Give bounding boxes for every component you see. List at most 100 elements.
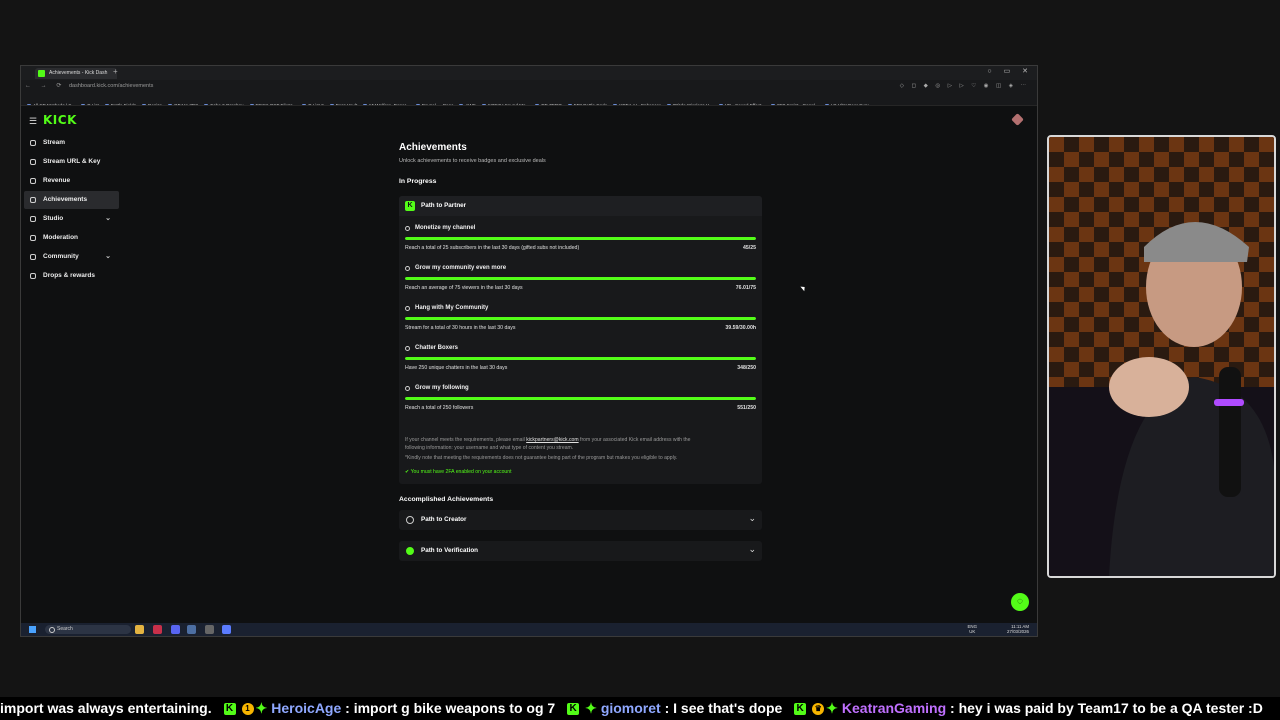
- nav-buttons[interactable]: ← → ⟳: [25, 82, 65, 89]
- tab-achievements[interactable]: Achievements - Kick Dash: [35, 68, 117, 79]
- card-header: K Path to Partner: [399, 196, 762, 216]
- app-icon[interactable]: [222, 625, 231, 634]
- sidebar-item-stream[interactable]: Stream: [24, 134, 119, 152]
- link-icon: [30, 159, 36, 165]
- bookmark-item[interactable]: FF9 Script - Googl...: [771, 100, 818, 105]
- bookmark-item[interactable]: FFXIK OST Eiko's...: [250, 100, 297, 105]
- window-controls[interactable]: ○ ▭ ✕: [987, 67, 1033, 75]
- taskbar-search[interactable]: Search: [45, 625, 131, 634]
- sparkle-icon: ✦: [255, 700, 268, 716]
- file-explorer-icon[interactable]: [135, 625, 144, 634]
- bookmark-item[interactable]: Echo-5 Dropbox: [204, 100, 243, 105]
- bookmark-item[interactable]: FF8 Battle Code: [568, 100, 607, 105]
- avatar[interactable]: [1011, 113, 1024, 126]
- task-name: Chatter Boxers: [415, 345, 459, 351]
- progress-bar: [405, 277, 756, 280]
- chat-username: HeroicAge: [271, 700, 342, 716]
- task-progress: 551/250: [737, 405, 756, 411]
- path-to-partner-card: K Path to Partner Monetize my channel Rea…: [399, 196, 762, 484]
- progress-bar: [405, 237, 756, 240]
- task-name: Grow my community even more: [415, 265, 507, 271]
- wallet-icon: [30, 178, 36, 184]
- sparkle-icon: ✦: [826, 700, 838, 716]
- chat-message: : hey i was paid by Team17 to be a QA te…: [950, 700, 1263, 716]
- bookmark-item[interactable]: LG UltraGear Curv...: [825, 100, 873, 105]
- note-disclaimer: *Kindly note that meeting the requiremen…: [405, 455, 678, 461]
- sidebar-item-revenue[interactable]: Revenue: [24, 172, 119, 190]
- email-link[interactable]: kickpartners@kick.com: [526, 437, 578, 443]
- bookmark-item[interactable]: OBJ to 3DS: [168, 100, 198, 105]
- new-tab-button[interactable]: +: [113, 67, 118, 76]
- controller-icon: [405, 306, 410, 311]
- app-icon[interactable]: [153, 625, 162, 634]
- address-bar: ← → ⟳ dashboard.kick.com/achievements ◇ …: [21, 80, 1037, 94]
- kick-k-icon: K: [405, 201, 415, 211]
- webcam-image: [1049, 137, 1274, 576]
- sidebar-item-community[interactable]: Community ⌄: [24, 248, 119, 266]
- date-label: 27/03/2026: [1007, 629, 1029, 634]
- hamburger-menu-icon[interactable]: ☰: [29, 116, 37, 127]
- sidebar-item-achievements[interactable]: Achievements: [24, 191, 119, 209]
- steam-icon[interactable]: [187, 625, 196, 634]
- task-name: Grow my following: [415, 385, 469, 391]
- obs-icon[interactable]: [205, 625, 214, 634]
- sidebar-item-label: Community: [43, 253, 79, 260]
- bookmark-item[interactable]: KREA AI - Enhancer: [613, 100, 660, 105]
- clock[interactable]: 11:11 AM 27/03/2026: [1007, 624, 1029, 634]
- chevron-down-icon[interactable]: ⌄: [748, 544, 756, 555]
- sidebar-item-stream-url-key[interactable]: Stream URL & Key: [24, 153, 119, 171]
- note-text: following information: your username and…: [405, 445, 574, 451]
- progress-fill: [405, 397, 756, 400]
- task-progress: 39.59/30.00h: [725, 325, 756, 331]
- chevron-down-icon[interactable]: ⌄: [748, 513, 756, 524]
- bookmark-item[interactable]: P List 2: [302, 100, 323, 105]
- task-description: Reach a total of 250 followers: [405, 405, 474, 411]
- bookmark-item[interactable]: Resize: [142, 100, 162, 105]
- sidebar-item-label: Moderation: [43, 234, 79, 241]
- bookmark-item[interactable]: VB - Sound Effect...: [719, 100, 765, 105]
- accomplished-heading: Accomplished Achievements: [399, 496, 494, 503]
- chevron-down-icon: ⌄: [105, 253, 111, 260]
- chat-ticker: import was always entertaining. K 1 ✦ Heroi…: [0, 697, 1280, 720]
- tab-title: Achievements - Kick Dash: [49, 70, 108, 76]
- partner-note: If your channel meets the requirements, …: [405, 436, 750, 462]
- chat-support-icon[interactable]: ◌: [1011, 593, 1029, 611]
- bookmark-item[interactable]: MyWelfare, Depar...: [363, 100, 410, 105]
- bookmark-item[interactable]: 8Bitdo Wireless U...: [667, 100, 713, 105]
- note-text: from your associated Kick email address …: [578, 437, 691, 443]
- progress-fill: [405, 357, 756, 360]
- bookmark-item[interactable]: AWS: [459, 100, 475, 105]
- bookmark-item[interactable]: RE ZERO: [535, 100, 561, 105]
- progress-fill: [405, 237, 756, 240]
- bookmark-item[interactable]: Pass Vault: [330, 100, 358, 105]
- bookmark-item[interactable]: Paypal → Banc: [416, 100, 454, 105]
- users-icon: [30, 254, 36, 260]
- note-text: If your channel meets the requirements, …: [405, 437, 527, 443]
- chat-username: giomoret: [600, 700, 661, 716]
- language-indicator[interactable]: ENG UK: [967, 624, 977, 634]
- extension-icons[interactable]: ◇ ◻ ◆ ◎ ▷ ▷ ♡ ◉ ◫ ◈ ⋯: [900, 83, 1029, 89]
- sidebar-item-moderation[interactable]: Moderation: [24, 229, 119, 247]
- discord-icon[interactable]: [171, 625, 180, 634]
- kick-logo[interactable]: KICK: [43, 113, 77, 127]
- task-name: Monetize my channel: [415, 225, 476, 231]
- sidebar-item-studio[interactable]: Studio ⌄: [24, 210, 119, 228]
- accordion-path-to-verification[interactable]: Path to Verification ⌄: [399, 541, 762, 561]
- kick-k-icon: K: [794, 703, 807, 716]
- progress-fill: [405, 317, 756, 320]
- twofa-requirement: ✔ You must have 2FA enabled on your acco…: [405, 469, 512, 475]
- bookmarks-bar: All CB Methods | S... P List Battle Fields…: [21, 94, 1037, 106]
- task-description: Reach a total of 25 subscribers in the l…: [405, 245, 580, 251]
- sidebar-item-label: Stream URL & Key: [43, 158, 101, 165]
- achievement-task: Grow my community even more Reach an aver…: [405, 265, 756, 303]
- windows-start-icon[interactable]: [29, 626, 36, 633]
- progress-bar: [405, 357, 756, 360]
- accordion-path-to-creator[interactable]: Path to Creator ⌄: [399, 510, 762, 530]
- page-title: Achievements: [399, 142, 467, 153]
- sidebar-item-drops-rewards[interactable]: Drops & rewards: [24, 267, 119, 285]
- progress-bar: [405, 317, 756, 320]
- chat-message: import was always entertaining.: [0, 700, 212, 716]
- sidebar: ☰ KICK Stream Stream URL & Key Revenue A…: [21, 106, 121, 623]
- bookmark-item[interactable]: KOFXV Sound Mo...: [482, 100, 530, 105]
- url-field[interactable]: dashboard.kick.com/achievements: [69, 83, 153, 89]
